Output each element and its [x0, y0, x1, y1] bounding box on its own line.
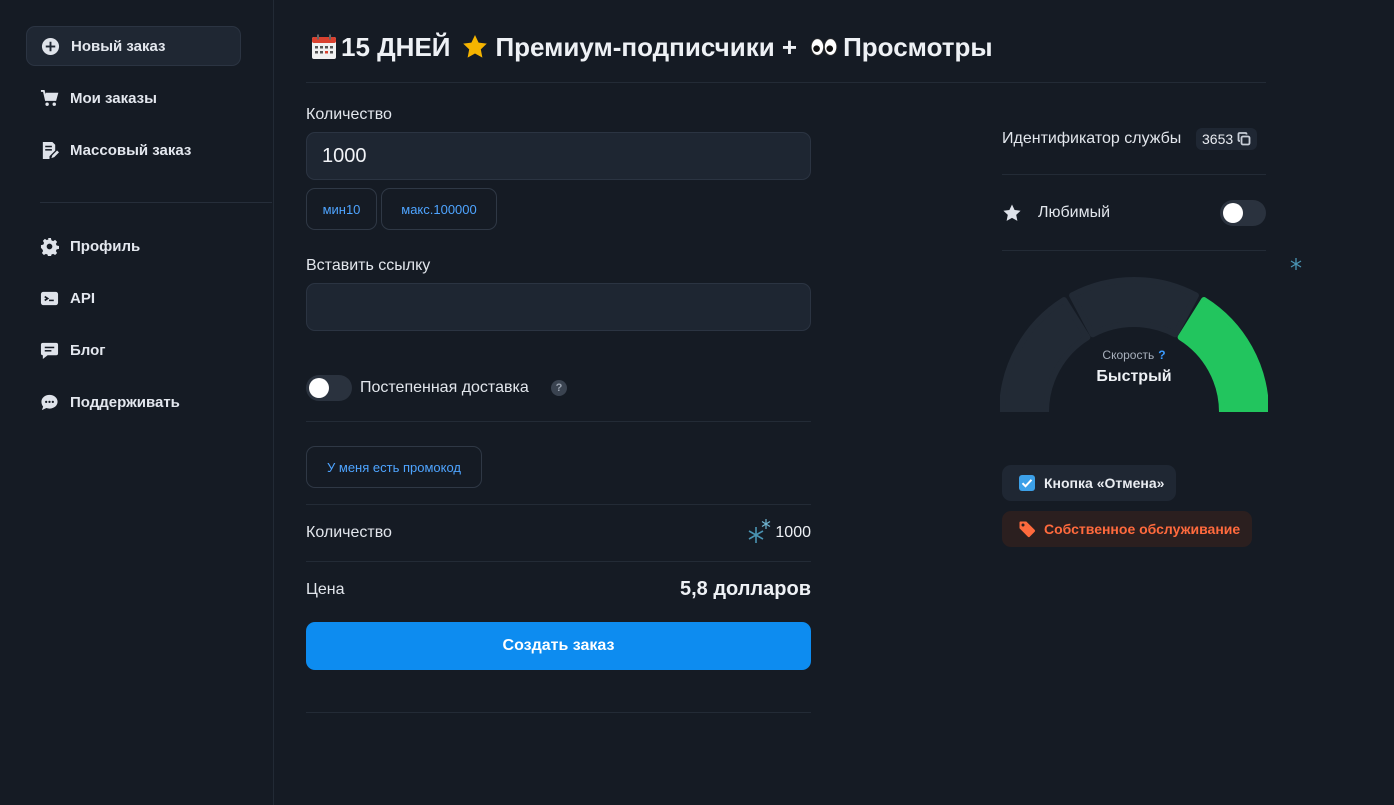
title-part-premium: Премиум-подписчики + — [495, 31, 798, 62]
eyes-icon — [807, 32, 841, 62]
favorite-divider — [1002, 250, 1266, 251]
star-icon — [460, 32, 490, 62]
price-value: 5,8 долларов — [679, 578, 811, 600]
calendar-icon — [309, 32, 339, 62]
gradual-delivery-help-icon[interactable]: ? — [551, 380, 567, 396]
toggle-knob — [309, 378, 329, 398]
speed-help-icon[interactable]: ? — [1158, 348, 1165, 362]
document-edit-icon — [38, 140, 60, 160]
sidebar-item-api[interactable]: API — [26, 278, 241, 318]
cancel-button-tag: Кнопка «Отмена» — [1002, 465, 1177, 501]
quantity-input[interactable]: 1000 — [306, 132, 811, 180]
link-label: Вставить ссылку — [306, 257, 431, 274]
sidebar-item-mass-order[interactable]: Массовый заказ — [26, 130, 241, 170]
snowflake-icon — [748, 519, 771, 543]
details-divider — [1002, 174, 1266, 175]
service-id-label: Идентификатор службы — [1002, 130, 1182, 147]
title-divider — [306, 82, 1266, 83]
min-quantity-chip[interactable]: мин10 — [306, 188, 377, 230]
copy-icon — [1237, 132, 1251, 146]
sidebar-item-label: Мои заказы — [70, 89, 157, 107]
max-quantity-chip[interactable]: макс.100000 — [381, 188, 497, 230]
favorite-label: Любимый — [1038, 204, 1111, 221]
plus-circle-icon — [39, 36, 61, 56]
sidebar-item-support[interactable]: Поддерживать — [26, 382, 241, 422]
link-input[interactable] — [306, 283, 811, 331]
terminal-icon — [38, 288, 60, 308]
own-service-label: Собственное обслуживание — [1044, 521, 1241, 537]
gradual-delivery-label: Постепенная доставка — [360, 379, 529, 396]
price-tag-icon — [1019, 521, 1036, 538]
app-root: Новый заказ Мои заказы Массовый заказ Пр… — [0, 0, 1394, 805]
own-service-tag: Собственное обслуживание — [1002, 511, 1253, 547]
price-label: Цена — [306, 581, 345, 598]
service-id-badge[interactable]: 3653 — [1196, 128, 1258, 150]
chat-icon — [38, 340, 60, 360]
summary-quantity-value: 1000 — [775, 524, 811, 541]
sidebar: Новый заказ Мои заказы Массовый заказ Пр… — [0, 0, 274, 805]
create-order-button[interactable]: Создать заказ — [306, 622, 811, 670]
favorite-star-icon — [1003, 204, 1021, 221]
speed-gauge — [1000, 277, 1268, 412]
chat-bubble-icon — [38, 392, 60, 412]
sidebar-item-label: Блог — [70, 341, 106, 359]
sidebar-item-label: API — [70, 289, 96, 307]
page-title: 15 ДНЕЙ Премиум-подписчики + Просмотры — [309, 28, 993, 66]
gauge-segment-1 — [1000, 297, 1091, 412]
sidebar-item-my-orders[interactable]: Мои заказы — [26, 78, 241, 118]
title-part-views: Просмотры — [843, 31, 993, 62]
price-divider — [306, 561, 811, 562]
cancel-tag-label: Кнопка «Отмена» — [1044, 475, 1165, 491]
service-id-value: 3653 — [1202, 131, 1234, 147]
speed-label: Скорость — [1102, 348, 1155, 362]
quantity-label: Количество — [306, 106, 392, 123]
sidebar-divider — [40, 202, 272, 203]
summary-divider — [306, 504, 811, 505]
bottom-divider — [306, 712, 811, 713]
toggle-knob — [1223, 203, 1243, 223]
sidebar-item-new-order[interactable]: Новый заказ — [26, 26, 241, 66]
sidebar-item-label: Профиль — [70, 237, 141, 255]
checkbox-checked-icon — [1019, 475, 1035, 491]
speed-caption: Скорость? — [1080, 348, 1188, 362]
gauge-segment-2 — [1069, 277, 1199, 338]
gauge-segment-3 — [1177, 297, 1268, 412]
sidebar-item-profile[interactable]: Профиль — [26, 226, 241, 266]
favorite-toggle[interactable] — [1220, 200, 1266, 226]
snowflake-icon — [1290, 258, 1302, 270]
gradual-delivery-toggle[interactable] — [306, 375, 352, 401]
sidebar-item-label: Новый заказ — [71, 37, 166, 55]
promo-code-button[interactable]: У меня есть промокод — [306, 446, 482, 488]
title-part-days: 15 ДНЕЙ — [341, 31, 451, 62]
gear-icon — [38, 236, 60, 256]
sidebar-item-blog[interactable]: Блог — [26, 330, 241, 370]
speed-value: Быстрый — [1096, 368, 1172, 385]
sidebar-item-label: Массовый заказ — [70, 141, 192, 159]
cart-icon — [38, 88, 60, 108]
summary-quantity-label: Количество — [306, 524, 392, 541]
sidebar-item-label: Поддерживать — [70, 393, 180, 411]
form-divider — [306, 421, 811, 422]
